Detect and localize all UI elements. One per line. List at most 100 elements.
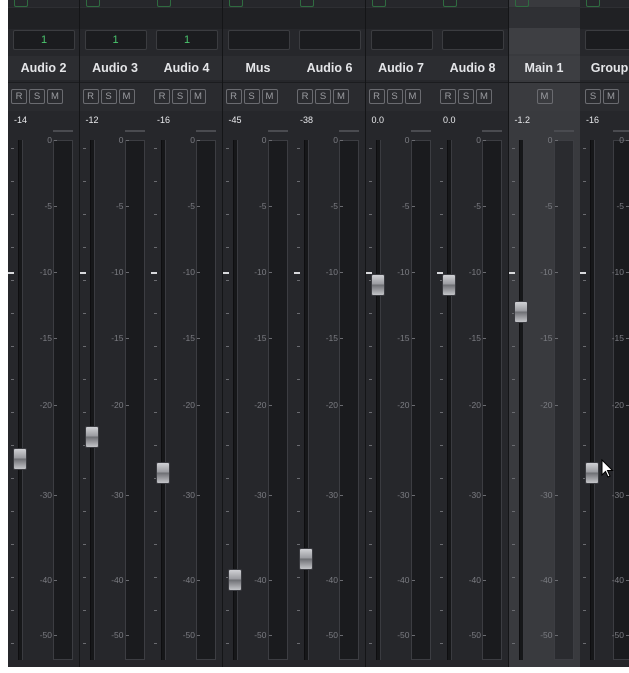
minor-tick [82,148,86,149]
minor-tick [154,379,157,380]
minor-tick [154,280,157,281]
mute-button[interactable]: M [536,89,553,104]
scale-tick [340,140,343,141]
solo-button[interactable]: S [386,89,403,104]
record-button[interactable]: R [82,89,99,104]
minor-tick [583,148,586,149]
record-button[interactable]: R [440,89,456,104]
mute-button[interactable]: M [261,89,278,104]
minor-tick [511,148,515,149]
peak-indicator [482,130,502,132]
scale-tick [125,338,129,339]
fader-knob[interactable] [13,448,27,470]
fader-knob[interactable] [442,274,456,297]
scale-tick [411,140,415,141]
scale-label: 0 [547,135,553,145]
route-box[interactable] [299,30,361,50]
solo-button[interactable]: S [172,89,188,104]
route-box[interactable] [227,30,290,50]
minor-tick [440,379,443,380]
scale-label: 0 [619,135,624,145]
scale-label: -5 [330,201,338,211]
record-button[interactable]: R [11,89,27,104]
route-box[interactable] [442,30,504,50]
unity-marker [580,272,586,274]
solo-button[interactable]: S [100,89,117,104]
scale-tick [554,580,558,581]
level-meter [339,140,359,660]
mute-button[interactable]: M [47,89,63,104]
solo-button[interactable]: S [458,89,474,104]
route-box[interactable] [585,30,629,50]
volume-readout: 0.0 [371,115,385,125]
scale-label: -50 [397,630,410,640]
minor-tick [154,346,157,347]
scale-tick [197,405,200,406]
scale-tick [483,580,486,581]
solo-button[interactable]: S [315,89,331,104]
record-button[interactable]: R [368,89,385,104]
minor-tick [368,577,372,578]
solo-button[interactable]: S [29,89,45,104]
route-box[interactable] [370,30,433,50]
minor-tick [11,280,14,281]
solo-button[interactable]: S [243,89,260,104]
channel-top-strip [508,7,580,29]
minor-tick [11,313,14,314]
scale-tick [483,495,486,496]
scale-tick [125,580,129,581]
scale-label: -15 [611,333,624,343]
scale-label: -10 [111,267,124,277]
scale-tick [197,635,200,636]
channel-strip: 1 Audio 2 R S M -14 0 -5 -10 -15 -20 -30 -40 -50 [8,0,80,667]
scale-tick [125,140,129,141]
minor-tick [583,412,586,413]
scale-label: -5 [187,201,195,211]
scale-tick [197,206,200,207]
scale-tick [54,338,57,339]
scale-tick [554,272,558,273]
minor-tick [297,379,300,380]
scale-tick [340,338,343,339]
route-box[interactable]: 1 [13,30,75,50]
peak-indicator [410,130,431,132]
route-box[interactable]: 1 [156,30,218,50]
mute-button[interactable]: M [404,89,421,104]
minor-tick [82,643,86,644]
fader-knob[interactable] [299,547,313,570]
fader-knob[interactable] [585,461,599,484]
fader-knob[interactable] [513,300,528,323]
scale-label: -5 [544,201,553,211]
scale-label: -40 [182,575,195,585]
scale-label: -50 [254,630,267,640]
minor-tick [511,181,515,182]
channel-strip: Group S M -16 0 -5 -10 -15 -20 -30 -40 -50 [580,0,629,667]
scale-label: -5 [115,201,124,211]
mute-button[interactable]: M [476,89,492,104]
top-connector-icon [157,0,171,7]
record-button[interactable]: R [225,89,242,104]
solo-button[interactable]: S [585,89,601,104]
fader-knob[interactable] [156,461,170,484]
fader-knob[interactable] [84,425,99,448]
minor-tick [82,313,86,314]
scale-label: -30 [182,490,195,500]
minor-tick [154,544,157,545]
fader-knob[interactable] [227,569,242,591]
scale-label: -30 [254,490,267,500]
mute-button[interactable]: M [118,89,135,104]
scale-label: -50 [468,630,481,640]
route-box[interactable]: 1 [84,30,147,50]
minor-tick [225,610,229,611]
mute-button[interactable]: M [333,89,349,104]
scale-label: -10 [254,267,267,277]
fader-knob[interactable] [370,274,385,297]
record-button[interactable]: R [154,89,170,104]
minor-tick [11,379,14,380]
minor-tick [11,577,14,578]
scale-label: -30 [39,490,52,500]
minor-tick [440,610,443,611]
mute-button[interactable]: M [603,89,619,104]
mute-button[interactable]: M [190,89,206,104]
record-button[interactable]: R [297,89,313,104]
